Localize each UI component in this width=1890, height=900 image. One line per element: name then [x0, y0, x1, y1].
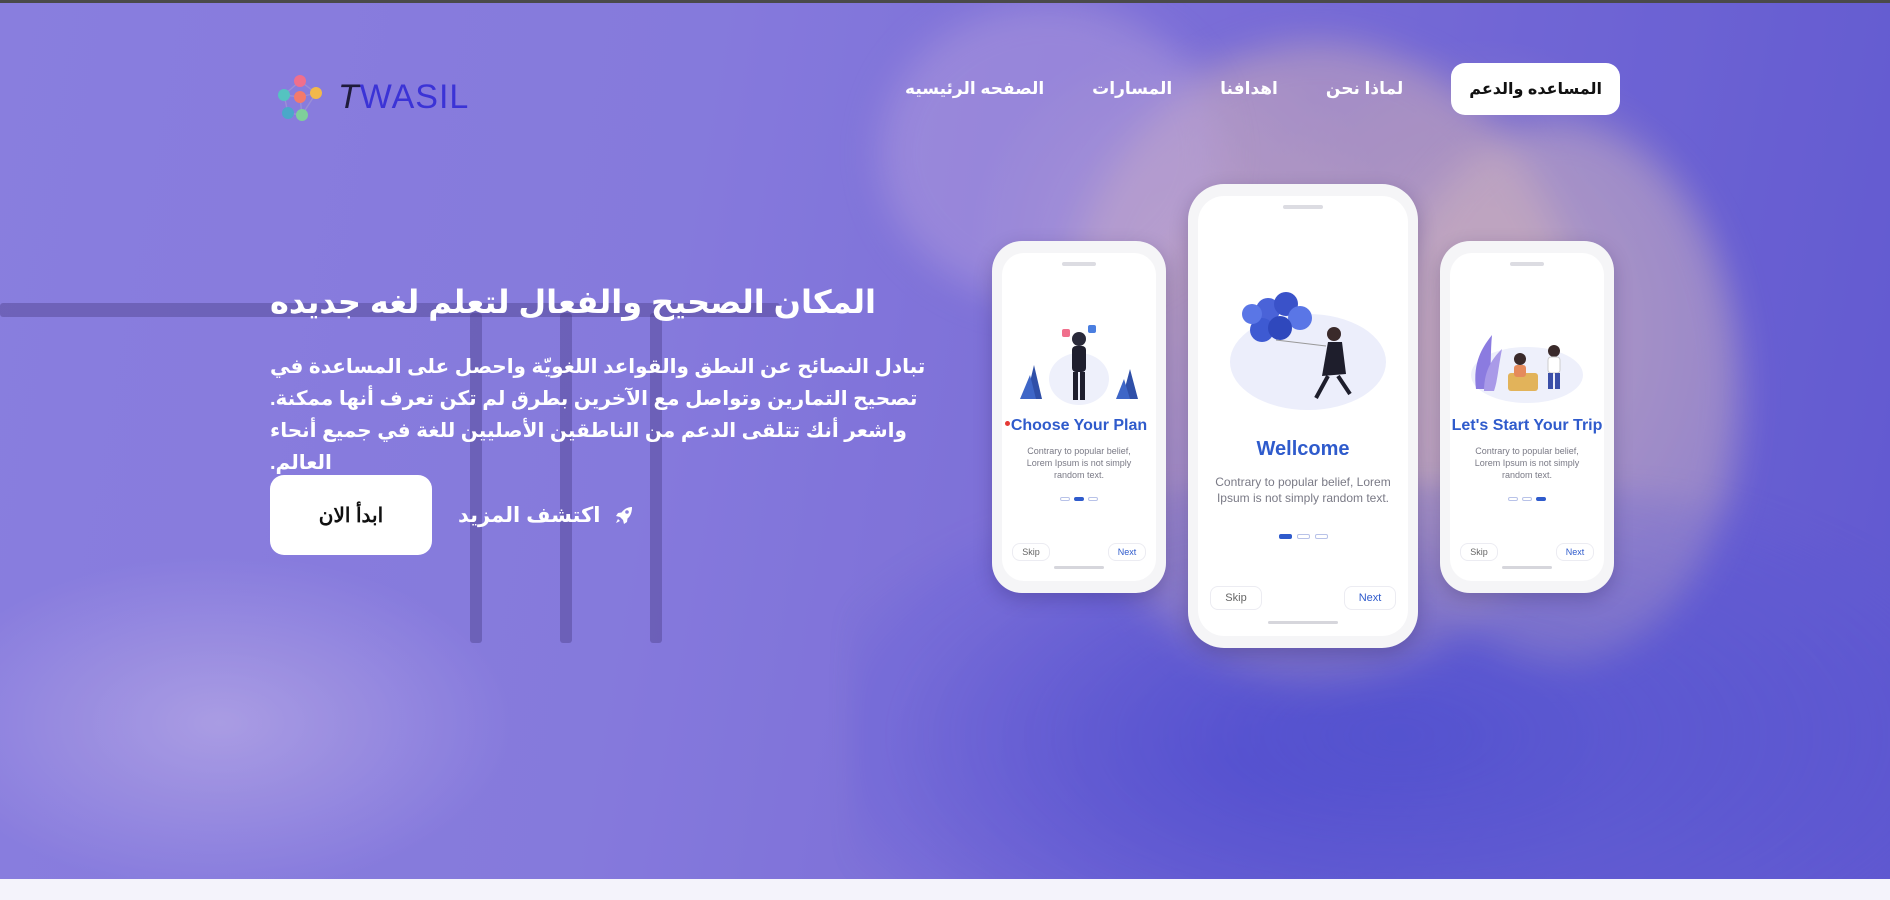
hero-section: TWASIL المساعده والدعم لماذا نحن اهدافنا… [0, 3, 1890, 879]
nav-item-why-us[interactable]: لماذا نحن [1326, 79, 1403, 99]
logo-molecule-icon [270, 67, 330, 127]
phone-text: Contrary to popular belief, Lorem Ipsum … [1474, 446, 1580, 480]
pager-dot[interactable] [1314, 534, 1328, 539]
phone-screen: Let's Start Your Trip Contrary to popula… [1450, 253, 1604, 581]
skip-button[interactable]: Skip [1460, 543, 1498, 561]
cta-row: ابدأ الان اكتشف المزيد [270, 475, 636, 555]
trip-illustration [1471, 335, 1583, 403]
phone-title: Wellcome [1256, 438, 1350, 460]
phone-text: Contrary to popular belief, Lorem Ipsum … [1215, 475, 1391, 505]
phone-home-bar [1502, 566, 1552, 569]
explore-more-link[interactable]: اكتشف المزيد [458, 503, 636, 528]
phone-mockup-plan: Choose Your Plan Contrary to popular bel… [992, 241, 1166, 593]
pager-dot[interactable] [1088, 497, 1098, 501]
brand-initial: T [338, 77, 360, 116]
skip-button[interactable]: Skip [1012, 543, 1050, 561]
phone-speaker [1510, 262, 1544, 266]
hero-copy: المكان الصحيح والفعال لتعلم لغه جديده تب… [270, 283, 950, 479]
nav-item-home[interactable]: الصفحه الرئيسيه [905, 79, 1044, 99]
pager-dots [1002, 497, 1156, 501]
page-bottom-strip [0, 879, 1890, 900]
phone-mockup-trip: Let's Start Your Trip Contrary to popula… [1440, 241, 1614, 593]
next-button[interactable]: Next [1344, 586, 1396, 610]
phone-screen: Choose Your Plan Contrary to popular bel… [1002, 253, 1156, 581]
phone-speaker [1062, 262, 1096, 266]
pager-dots [1198, 534, 1408, 539]
pager-dot[interactable] [1508, 497, 1518, 501]
pager-dot[interactable] [1522, 497, 1532, 501]
phone-speaker [1283, 205, 1323, 209]
phone-home-bar [1268, 621, 1338, 624]
top-border [0, 0, 1890, 3]
next-button[interactable]: Next [1556, 543, 1594, 561]
plan-illustration [1020, 325, 1138, 405]
brand-logo[interactable]: TWASIL [270, 67, 469, 127]
help-support-button[interactable]: المساعده والدعم [1451, 63, 1620, 115]
phone-title: Let's Start Your Trip [1451, 417, 1603, 434]
phone-home-bar [1054, 566, 1104, 569]
explore-more-label: اكتشف المزيد [458, 503, 601, 527]
nav-item-goals[interactable]: اهدافنا [1220, 79, 1278, 99]
pager-dot-active[interactable] [1278, 534, 1292, 539]
pager-dots [1450, 497, 1604, 501]
skip-button[interactable]: Skip [1210, 586, 1262, 610]
brand-name: TWASIL [338, 78, 469, 117]
phone-text: Contrary to popular belief, Lorem Ipsum … [1026, 446, 1132, 480]
rocket-icon [616, 507, 633, 524]
pager-dot[interactable] [1060, 497, 1070, 501]
hero-title: المكان الصحيح والفعال لتعلم لغه جديده [270, 284, 876, 320]
next-button[interactable]: Next [1108, 543, 1146, 561]
pager-dot-active[interactable] [1536, 497, 1546, 501]
nav-item-tracks[interactable]: المسارات [1092, 79, 1172, 99]
pager-dot-active[interactable] [1074, 497, 1084, 501]
pager-dot[interactable] [1296, 534, 1310, 539]
welcome-illustration [1230, 292, 1386, 410]
phone-mockup-welcome: Wellcome Contrary to popular belief, Lor… [1188, 184, 1418, 648]
phone-title: Choose Your Plan [1010, 417, 1148, 434]
phone-screen: Wellcome Contrary to popular belief, Lor… [1198, 196, 1408, 636]
brand-rest: WASIL [359, 77, 470, 116]
main-nav: المساعده والدعم لماذا نحن اهدافنا المسار… [905, 63, 1620, 115]
hero-description: تبادل النصائح عن النطق والقواعد اللغويّة… [270, 356, 926, 474]
start-now-button[interactable]: ابدأ الان [270, 475, 432, 555]
